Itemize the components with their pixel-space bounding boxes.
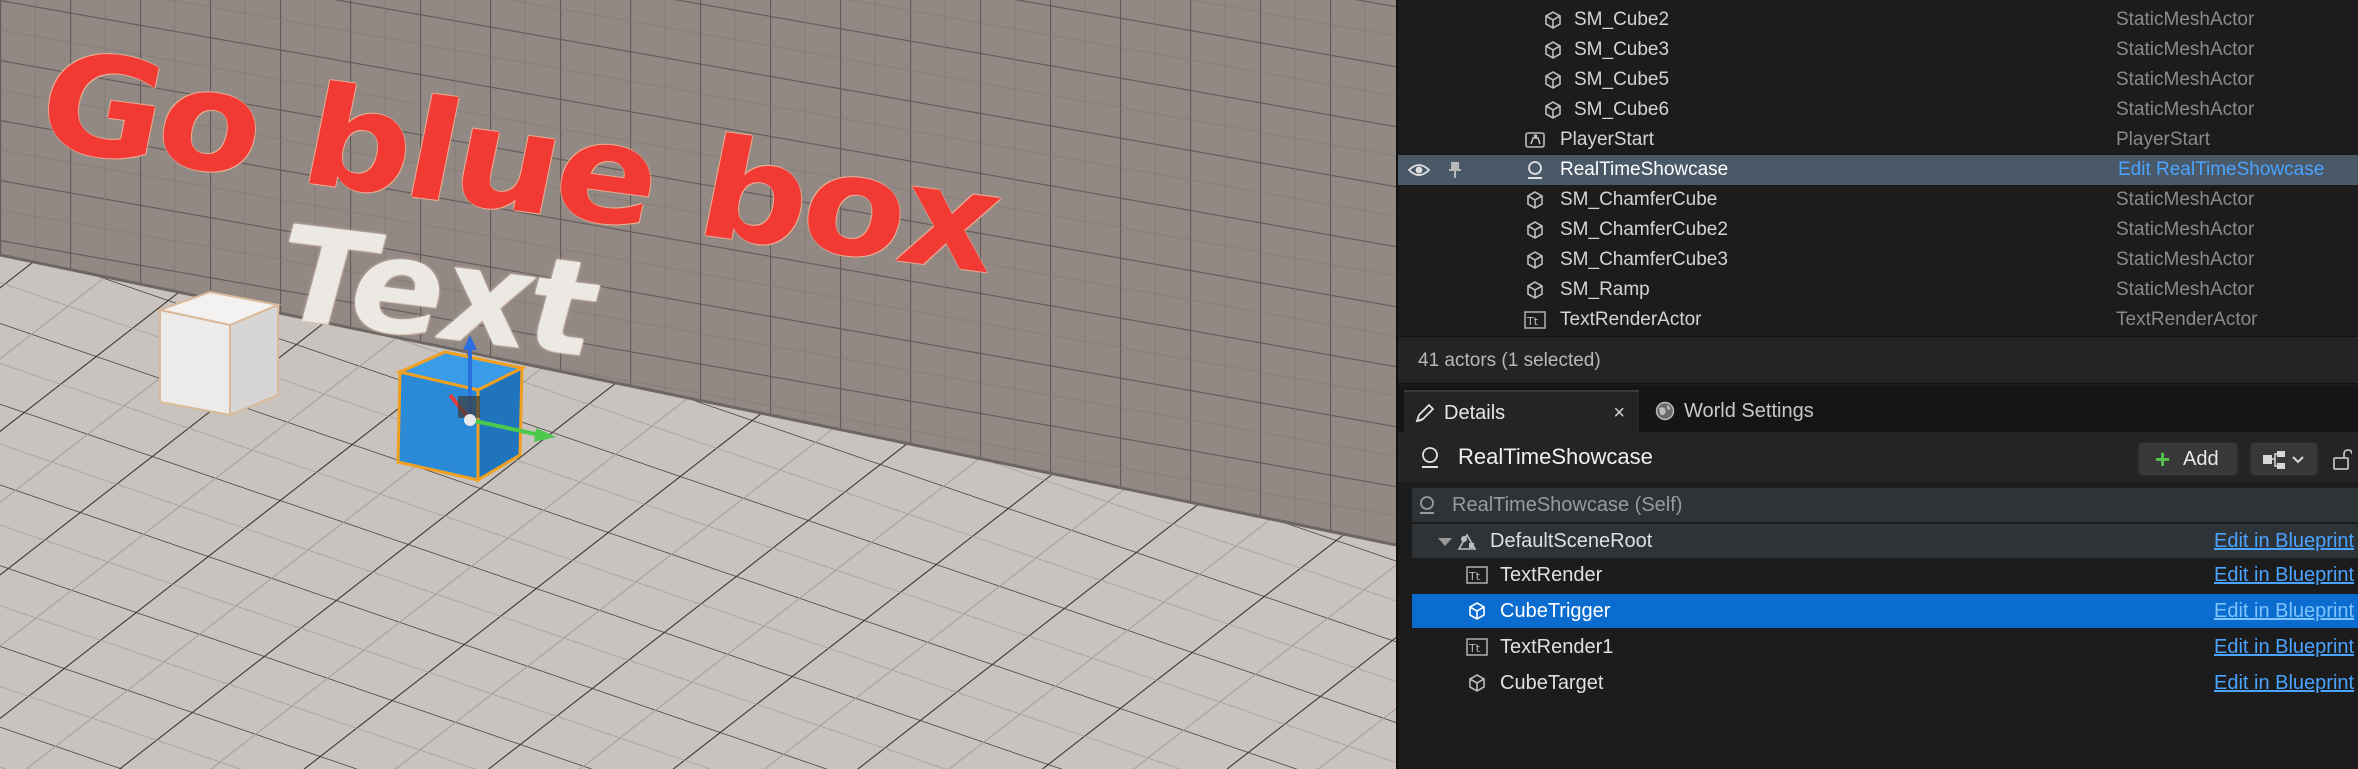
- outliner-actor-count: 41 actors (1 selected): [1398, 336, 2358, 384]
- actor-name-field[interactable]: RealTimeShowcase: [1458, 432, 1653, 482]
- outliner-item-name: SM_Cube5: [1574, 69, 1670, 90]
- outliner-item-type: StaticMeshActor: [2116, 9, 2255, 30]
- blueprint-options-button[interactable]: [2250, 442, 2318, 476]
- actor-sphere-icon: [1422, 447, 1438, 468]
- details-tab-bar: Details × World Settings: [1398, 386, 2358, 432]
- component-row[interactable]: CubeTarget Edit in Blueprint: [1412, 666, 2358, 700]
- details-panel: RealTimeShowcase + Add RealTimeShowcase …: [1398, 432, 2358, 769]
- globe-icon: [1655, 401, 1675, 421]
- static-mesh-icon: [1545, 41, 1561, 59]
- edit-in-blueprint-link[interactable]: Edit in Blueprint: [2214, 630, 2354, 664]
- blueprint-hierarchy-icon: [2263, 451, 2304, 469]
- tab-world-settings[interactable]: World Settings: [1644, 390, 1864, 432]
- component-name: RealTimeShowcase (Self): [1452, 494, 1683, 516]
- tab-details[interactable]: Details ×: [1404, 390, 1639, 432]
- level-viewport[interactable]: Go blue box Text: [0, 0, 1396, 769]
- editor-side-panel: SM_Cube2 StaticMeshActor SM_Cube3 Static…: [1396, 0, 2358, 769]
- world-outliner: SM_Cube2 StaticMeshActor SM_Cube3 Static…: [1398, 0, 2358, 336]
- static-mesh-icon: [1545, 71, 1561, 89]
- svg-text:Tt: Tt: [1526, 315, 1539, 328]
- tab-world-settings-label: World Settings: [1684, 400, 1814, 422]
- edit-in-blueprint-link[interactable]: Edit in Blueprint: [2214, 594, 2354, 628]
- static-mesh-icon: [1545, 11, 1561, 29]
- outliner-row[interactable]: SM_ChamferCube2 StaticMeshActor: [1398, 215, 2358, 245]
- outliner-item-name: TextRenderActor: [1560, 309, 1702, 330]
- outliner-item-type: StaticMeshActor: [2116, 249, 2255, 270]
- outliner-item-type: TextRenderActor: [2116, 309, 2258, 330]
- component-name: CubeTarget: [1500, 672, 1604, 694]
- outliner-item-type: StaticMeshActor: [2116, 279, 2255, 300]
- outliner-item-name: PlayerStart: [1560, 129, 1654, 150]
- pin-icon[interactable]: [1448, 161, 1462, 179]
- outliner-row[interactable]: SM_Cube2 StaticMeshActor: [1398, 5, 2358, 35]
- component-row-selected[interactable]: CubeTrigger Edit in Blueprint: [1412, 594, 2358, 628]
- text-render-icon: Tt: [1466, 566, 1488, 584]
- outliner-row[interactable]: SM_ChamferCube StaticMeshActor: [1398, 185, 2358, 215]
- outliner-item-name: SM_ChamferCube2: [1560, 219, 1728, 240]
- static-mesh-icon: [1527, 221, 1543, 239]
- text-render-icon: Tt: [1524, 311, 1546, 329]
- edit-realtimeshowcase-link[interactable]: Edit RealTimeShowcase: [2118, 155, 2324, 185]
- outliner-item-name: SM_Cube3: [1574, 39, 1670, 60]
- component-row-self[interactable]: RealTimeShowcase (Self): [1412, 488, 2358, 522]
- outliner-item-name: SM_ChamferCube: [1560, 189, 1718, 210]
- outliner-item-type: StaticMeshActor: [2116, 39, 2255, 60]
- static-mesh-icon: [1527, 191, 1543, 209]
- white-cube[interactable]: [156, 290, 282, 417]
- outliner-row[interactable]: SM_ChamferCube3 StaticMeshActor: [1398, 245, 2358, 275]
- edit-in-blueprint-link[interactable]: Edit in Blueprint: [2214, 666, 2354, 700]
- edit-in-blueprint-link[interactable]: Edit in Blueprint: [2214, 524, 2354, 558]
- tab-details-label: Details: [1444, 402, 1506, 424]
- outliner-item-type: StaticMeshActor: [2116, 189, 2255, 210]
- outliner-item-name: SM_Cube2: [1574, 9, 1670, 30]
- close-tab-button[interactable]: ×: [1613, 392, 1625, 434]
- pencil-icon: [1415, 403, 1435, 423]
- lock-icon[interactable]: [2332, 448, 2352, 470]
- expand-triangle-icon[interactable]: [1438, 538, 1452, 546]
- outliner-item-type: StaticMeshActor: [2116, 99, 2255, 120]
- outliner-row[interactable]: PlayerStart PlayerStart: [1398, 125, 2358, 155]
- component-row[interactable]: DefaultSceneRoot Edit in Blueprint: [1412, 524, 2358, 558]
- svg-text:Tt: Tt: [1468, 570, 1481, 583]
- text-render-icon: Tt: [1466, 638, 1488, 656]
- outliner-item-type: StaticMeshActor: [2116, 69, 2255, 90]
- actor-sphere-icon: [1420, 496, 1434, 514]
- visibility-eye-icon[interactable]: [1408, 162, 1430, 178]
- component-row[interactable]: Tt TextRender1 Edit in Blueprint: [1412, 630, 2358, 664]
- scene-root-icon: [1457, 533, 1477, 550]
- component-name: DefaultSceneRoot: [1490, 530, 1653, 552]
- static-mesh-icon: [1527, 251, 1543, 269]
- static-mesh-icon: [1469, 602, 1485, 620]
- outliner-row-selected[interactable]: RealTimeShowcase Edit RealTimeShowcase: [1398, 155, 2358, 185]
- add-button-label: Add: [2183, 448, 2219, 470]
- outliner-row[interactable]: SM_Cube6 StaticMeshActor: [1398, 95, 2358, 125]
- outliner-item-name: RealTimeShowcase: [1560, 159, 1729, 180]
- static-mesh-icon: [1527, 281, 1543, 299]
- static-mesh-icon: [1545, 101, 1561, 119]
- details-header: RealTimeShowcase + Add: [1398, 432, 2358, 482]
- outliner-item-name: SM_ChamferCube3: [1560, 249, 1728, 270]
- outliner-item-name: SM_Ramp: [1560, 279, 1650, 300]
- add-component-button[interactable]: + Add: [2138, 442, 2238, 476]
- outliner-item-name: SM_Cube6: [1574, 99, 1670, 120]
- component-name: TextRender1: [1500, 636, 1614, 658]
- plus-icon: +: [2155, 444, 2171, 474]
- actor-sphere-icon: [1528, 161, 1542, 179]
- component-name: TextRender: [1500, 564, 1603, 586]
- outliner-item-type: PlayerStart: [2116, 129, 2210, 150]
- svg-text:Tt: Tt: [1468, 642, 1481, 655]
- outliner-row[interactable]: Tt TextRenderActor TextRenderActor: [1398, 305, 2358, 335]
- component-row[interactable]: Tt TextRender Edit in Blueprint: [1412, 558, 2358, 592]
- outliner-row[interactable]: SM_Cube5 StaticMeshActor: [1398, 65, 2358, 95]
- outliner-item-type: StaticMeshActor: [2116, 219, 2255, 240]
- outliner-row[interactable]: SM_Ramp StaticMeshActor: [1398, 275, 2358, 305]
- edit-in-blueprint-link[interactable]: Edit in Blueprint: [2214, 558, 2354, 592]
- component-tree: RealTimeShowcase (Self) DefaultSceneRoot…: [1412, 488, 2358, 708]
- static-mesh-icon: [1469, 674, 1485, 692]
- player-start-icon: [1525, 132, 1545, 148]
- component-name: CubeTrigger: [1500, 600, 1611, 622]
- outliner-row[interactable]: SM_Cube3 StaticMeshActor: [1398, 35, 2358, 65]
